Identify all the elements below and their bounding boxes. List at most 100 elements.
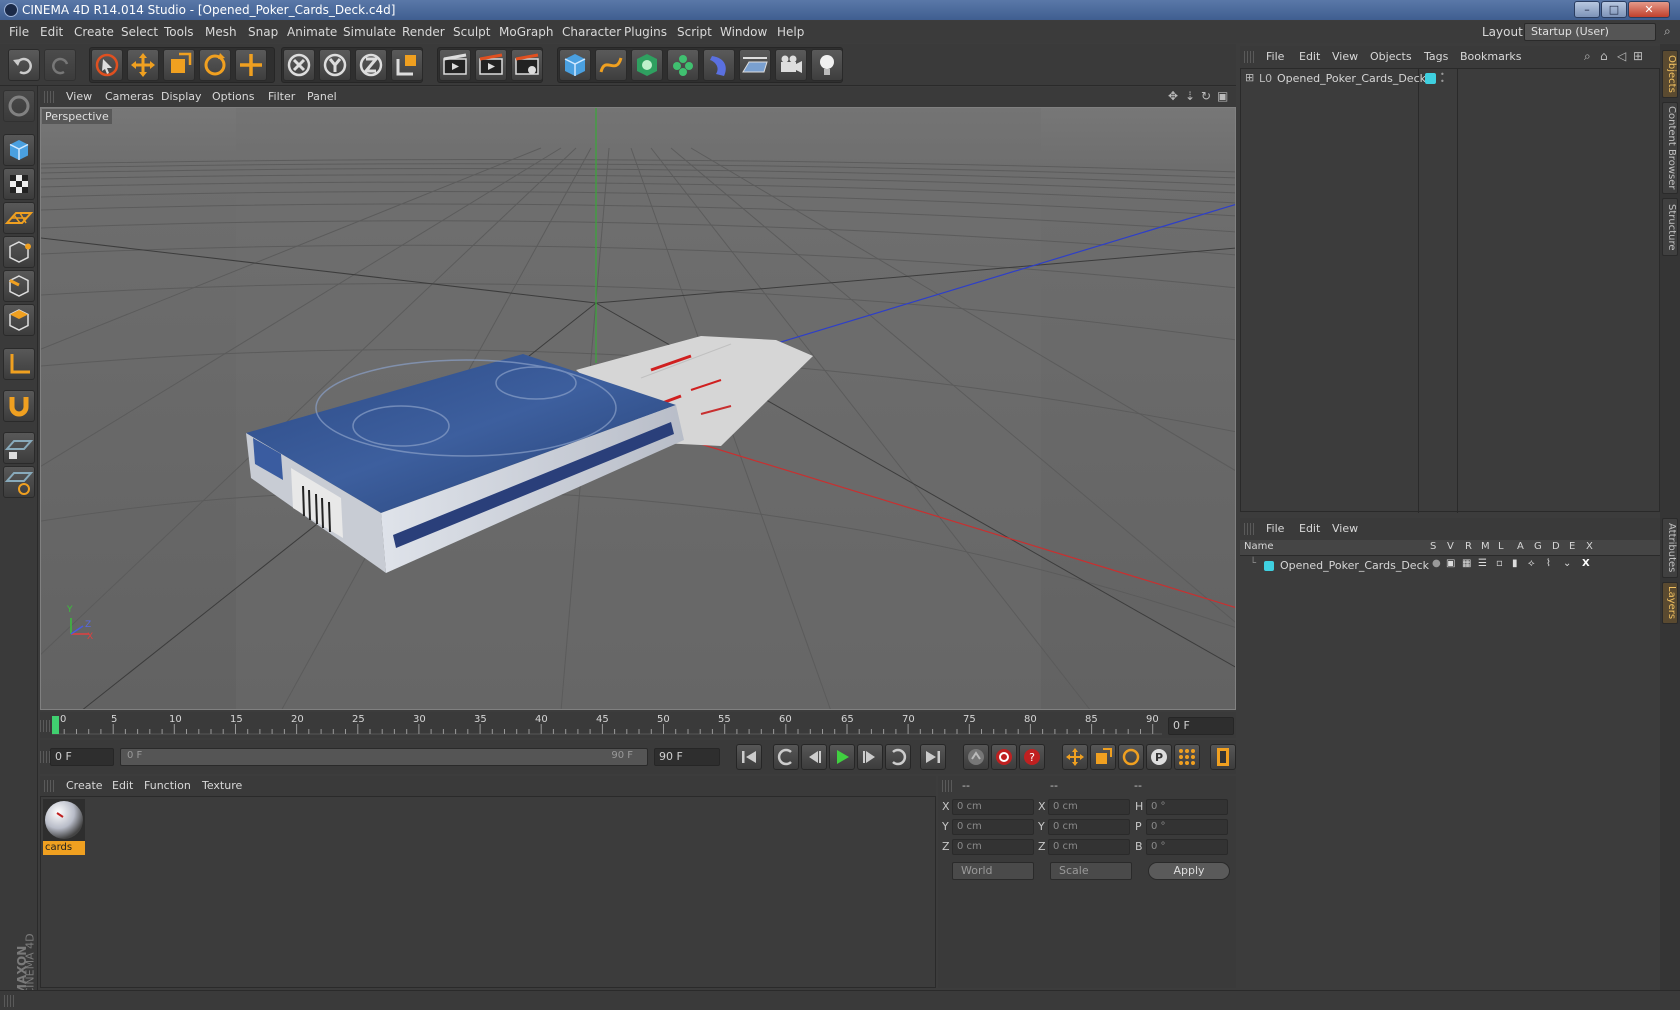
- solo-toggle-icon[interactable]: ●: [1432, 558, 1441, 569]
- timeline-ruler[interactable]: 0 5 10 15 20 25 30 35 40 45 50 55 60 65 …: [40, 712, 1236, 738]
- scale-button[interactable]: [163, 49, 195, 81]
- menu-mesh[interactable]: Mesh: [205, 25, 237, 39]
- menu-help[interactable]: Help: [777, 25, 804, 39]
- apply-button[interactable]: Apply: [1148, 862, 1230, 880]
- y-axis-lock-icon[interactable]: [319, 49, 351, 81]
- column-manager[interactable]: M: [1481, 541, 1490, 552]
- undo-button[interactable]: [8, 49, 40, 81]
- render-settings-icon[interactable]: [511, 49, 543, 81]
- menu-snap[interactable]: Snap: [248, 25, 278, 39]
- column-view[interactable]: V: [1447, 541, 1454, 552]
- snap-magnet-icon[interactable]: [3, 390, 35, 422]
- rotation-h-field[interactable]: 0 °: [1146, 799, 1228, 815]
- locked-workplane-icon[interactable]: [3, 432, 35, 464]
- new-window-icon[interactable]: ⊞: [1633, 49, 1643, 63]
- menu-select[interactable]: Select: [121, 25, 158, 39]
- mograph-cloner-icon[interactable]: [667, 49, 699, 81]
- viewport-menu-cameras[interactable]: Cameras: [105, 90, 154, 103]
- point-level-key-icon[interactable]: [1174, 744, 1200, 770]
- render-toggle-icon[interactable]: ▦: [1462, 558, 1471, 569]
- tab-attributes[interactable]: Attributes: [1662, 518, 1678, 578]
- grip-handle[interactable]: [1244, 51, 1254, 63]
- move-button[interactable]: [127, 49, 159, 81]
- menu-sculpt[interactable]: Sculpt: [453, 25, 490, 39]
- home-icon[interactable]: ⌂: [1600, 49, 1608, 63]
- search-icon[interactable]: ⌕: [1584, 49, 1591, 64]
- layer-menu-file[interactable]: File: [1266, 522, 1284, 535]
- model-mode-icon[interactable]: [3, 134, 35, 166]
- scale-key-icon[interactable]: [1090, 744, 1116, 770]
- material-menu-edit[interactable]: Edit: [112, 779, 133, 792]
- object-menu-edit[interactable]: Edit: [1299, 50, 1320, 63]
- size-z-field[interactable]: 0 cm: [1048, 839, 1130, 855]
- render-picture-viewer-icon[interactable]: [475, 49, 507, 81]
- texture-mode-icon[interactable]: [3, 168, 35, 200]
- start-frame-field[interactable]: 0 F: [50, 748, 114, 766]
- layer-menu-edit[interactable]: Edit: [1299, 522, 1320, 535]
- tab-structure[interactable]: Structure: [1662, 198, 1678, 256]
- play-icon[interactable]: [829, 744, 855, 770]
- search-icon[interactable]: ⌕: [1664, 24, 1671, 39]
- menu-animate[interactable]: Animate: [287, 25, 337, 39]
- range-slider[interactable]: 0 F 90 F: [120, 748, 648, 766]
- menu-simulate[interactable]: Simulate: [343, 25, 396, 39]
- planar-workplane-icon[interactable]: [3, 466, 35, 498]
- menu-edit[interactable]: Edit: [40, 25, 63, 39]
- view-toggle-icon[interactable]: ▣: [1446, 558, 1455, 569]
- minimize-button[interactable]: –: [1574, 1, 1600, 18]
- previous-frame-icon[interactable]: [801, 744, 827, 770]
- record-key-icon[interactable]: [963, 744, 989, 770]
- grip-handle[interactable]: [40, 751, 50, 763]
- 3d-viewport[interactable]: Y Z X: [40, 107, 1236, 710]
- deformer-icon[interactable]: [703, 49, 735, 81]
- keyframe-selection-icon[interactable]: ?: [1019, 744, 1045, 770]
- menu-render[interactable]: Render: [402, 25, 445, 39]
- position-key-icon[interactable]: [1062, 744, 1088, 770]
- layer-row[interactable]: └ Opened_Poker_Cards_Deck ● ▣ ▦ ☰ ▫ ▮ ⟡ …: [1240, 558, 1658, 574]
- make-editable-icon[interactable]: [3, 90, 35, 122]
- polygons-mode-icon[interactable]: [3, 304, 35, 336]
- current-frame-field[interactable]: 0 F: [1168, 717, 1234, 735]
- layout-dropdown[interactable]: Startup (User): [1524, 23, 1656, 41]
- rotation-b-field[interactable]: 0 °: [1146, 839, 1228, 855]
- menu-script[interactable]: Script: [677, 25, 712, 39]
- manager-toggle-icon[interactable]: ☰: [1478, 558, 1487, 569]
- z-axis-lock-icon[interactable]: [355, 49, 387, 81]
- spline-icon[interactable]: [595, 49, 627, 81]
- material-menu-function[interactable]: Function: [144, 779, 191, 792]
- lock-toggle-icon[interactable]: ▫: [1496, 558, 1503, 569]
- column-name[interactable]: Name: [1244, 541, 1274, 552]
- size-y-field[interactable]: 0 cm: [1048, 819, 1130, 835]
- grip-handle[interactable]: [44, 91, 54, 103]
- grip-handle[interactable]: [40, 720, 50, 732]
- position-y-field[interactable]: 0 cm: [952, 819, 1034, 835]
- menu-character[interactable]: Character: [562, 25, 621, 39]
- column-xrefs[interactable]: X: [1586, 541, 1593, 552]
- x-axis-lock-icon[interactable]: [283, 49, 315, 81]
- workplane-icon[interactable]: [3, 202, 35, 234]
- environment-floor-icon[interactable]: [739, 49, 771, 81]
- position-x-field[interactable]: 0 cm: [952, 799, 1034, 815]
- viewport-menu-options[interactable]: Options: [212, 90, 254, 103]
- material-menu-texture[interactable]: Texture: [202, 779, 242, 792]
- grip-handle[interactable]: [4, 995, 14, 1007]
- object-menu-view[interactable]: View: [1332, 50, 1358, 63]
- next-key-icon[interactable]: [885, 744, 911, 770]
- xref-toggle-icon[interactable]: X: [1582, 558, 1590, 569]
- camera-icon[interactable]: [775, 49, 807, 81]
- grip-handle[interactable]: [942, 780, 952, 792]
- rotation-p-field[interactable]: 0 °: [1146, 819, 1228, 835]
- coordinate-system-icon[interactable]: [391, 49, 423, 81]
- live-selection-button[interactable]: [91, 49, 123, 81]
- tab-objects[interactable]: Objects: [1662, 50, 1678, 98]
- position-z-field[interactable]: 0 cm: [952, 839, 1034, 855]
- column-solo[interactable]: S: [1430, 541, 1436, 552]
- menu-tools[interactable]: Tools: [164, 25, 194, 39]
- object-menu-bookmarks[interactable]: Bookmarks: [1460, 50, 1521, 63]
- column-expressions[interactable]: E: [1569, 541, 1575, 552]
- end-frame-field[interactable]: 90 F: [654, 748, 720, 766]
- viewport-menu-view[interactable]: View: [66, 90, 92, 103]
- add-object-button[interactable]: [235, 49, 267, 81]
- redo-button[interactable]: [44, 49, 76, 81]
- rotate-button[interactable]: [199, 49, 231, 81]
